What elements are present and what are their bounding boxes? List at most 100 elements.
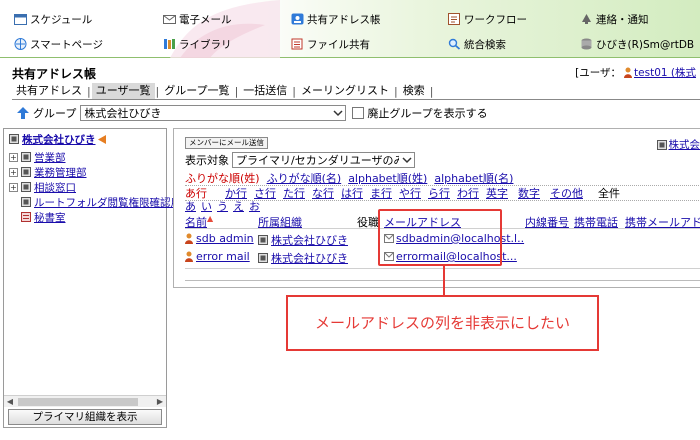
index-a-a[interactable]: あ bbox=[185, 198, 201, 214]
sort-asc-icon: ▲ bbox=[207, 214, 214, 223]
index-na[interactable]: な行 bbox=[312, 185, 341, 201]
index-ya[interactable]: や行 bbox=[399, 185, 428, 201]
expand-toggle[interactable]: + bbox=[9, 182, 18, 192]
tab-mailing-list[interactable]: メーリングリスト bbox=[297, 83, 393, 99]
table-row: error mail bbox=[185, 250, 250, 263]
organization-icon bbox=[258, 253, 268, 263]
tree-item-label[interactable]: 営業部 bbox=[34, 150, 66, 165]
folder-icon bbox=[21, 197, 31, 207]
index-all[interactable]: 全件 bbox=[598, 185, 620, 201]
group-selector-row: グループ 株式会社ひびき 廃止グループを表示する bbox=[16, 104, 488, 122]
person-icon bbox=[185, 251, 193, 262]
index-ma[interactable]: ま行 bbox=[370, 185, 399, 201]
top-navigation: スケジュール 電子メール 共有アドレス帳 ワークフロー 連絡・通知 スマートペー… bbox=[0, 0, 700, 58]
nav-unified-search[interactable]: 統合検索 bbox=[448, 35, 506, 53]
org-name-link[interactable]: 株式会社ひびき bbox=[271, 250, 348, 266]
tab-bulk-send[interactable]: 一括送信 bbox=[239, 83, 291, 99]
expand-toggle[interactable]: + bbox=[9, 167, 18, 177]
org-link[interactable]: 株式会 bbox=[656, 137, 700, 152]
index-number[interactable]: 数字 bbox=[518, 185, 550, 201]
index-a-u[interactable]: う bbox=[217, 198, 233, 214]
index-other[interactable]: その他 bbox=[550, 185, 598, 201]
user-name-link[interactable]: error mail bbox=[196, 250, 250, 263]
user-prefix: [ユーザ： bbox=[575, 67, 622, 79]
show-abolished-checkbox[interactable] bbox=[352, 107, 365, 119]
scrollbar-thumb[interactable] bbox=[18, 398, 138, 406]
index-wa[interactable]: わ行 bbox=[457, 185, 486, 201]
nav-smartpage[interactable]: スマートページ bbox=[14, 35, 103, 53]
index-a-e[interactable]: え bbox=[233, 198, 249, 214]
email-column-highlight bbox=[378, 209, 502, 266]
user-name-link[interactable]: test01 (株式 bbox=[634, 65, 696, 80]
tab-separator: | bbox=[429, 84, 434, 98]
tree-item-label[interactable]: 業務管理部 bbox=[34, 165, 87, 180]
index-alphabet[interactable]: 英字 bbox=[486, 185, 518, 201]
scroll-right-arrow-icon[interactable]: ▶ bbox=[154, 396, 166, 408]
scroll-left-arrow-icon[interactable]: ◀ bbox=[4, 396, 16, 408]
nav-notification[interactable]: 連絡・通知 bbox=[580, 10, 649, 28]
nav-schedule[interactable]: スケジュール bbox=[14, 10, 92, 28]
tree-root[interactable]: 株式会社ひびき bbox=[9, 132, 106, 146]
person-icon bbox=[624, 67, 633, 78]
organization-icon bbox=[21, 182, 31, 192]
tree-root-label[interactable]: 株式会社ひびき bbox=[22, 132, 96, 147]
database-icon bbox=[581, 38, 592, 50]
nav-file-share[interactable]: ファイル共有 bbox=[291, 35, 370, 53]
tree-item-label[interactable]: ルートフォルダ閲覧権限確認用 bbox=[34, 195, 181, 210]
organization-icon bbox=[9, 134, 19, 144]
horizontal-scrollbar[interactable]: ◀ ▶ bbox=[4, 395, 166, 407]
smartpage-icon bbox=[14, 38, 27, 50]
annotation-callout: メールアドレスの列を非表示にしたい bbox=[286, 295, 599, 351]
tree-item-consultation[interactable]: + 相談窓口 bbox=[9, 180, 76, 194]
expand-toggle[interactable]: + bbox=[9, 152, 18, 162]
show-abolished-label: 廃止グループを表示する bbox=[367, 107, 488, 120]
index-a-o[interactable]: お bbox=[249, 198, 265, 214]
tree-item-sales[interactable]: + 営業部 bbox=[9, 150, 66, 164]
table-cell-org: 株式会社ひびき bbox=[258, 250, 348, 266]
show-primary-org-button[interactable]: プライマリ組織を表示 bbox=[8, 409, 162, 425]
nav-smartdb[interactable]: ひびき(R)Sm@rtDB bbox=[580, 35, 694, 53]
tab-user-list[interactable]: ユーザ一覧 bbox=[91, 83, 155, 99]
index-ra[interactable]: ら行 bbox=[428, 185, 457, 201]
library-icon bbox=[164, 39, 175, 49]
group-select[interactable]: 株式会社ひびき bbox=[80, 105, 347, 121]
organization-tree-panel: 株式会社ひびき + 営業部 + 業務管理部 + 相談窓口 ルートフォルダ閲覧権限… bbox=[3, 128, 181, 428]
tree-item-business-mgmt[interactable]: + 業務管理部 bbox=[9, 165, 87, 179]
tab-bar: 共有アドレス | ユーザ一覧 | グループ一覧 | 一括送信 | メーリングリスト | 検… bbox=[12, 83, 434, 99]
tab-divider bbox=[12, 99, 700, 100]
org-name-link[interactable]: 株式会社ひびき bbox=[271, 232, 348, 248]
notification-icon bbox=[582, 14, 591, 24]
tree-item-secretary[interactable]: 秘書室 bbox=[21, 210, 66, 224]
index-ha[interactable]: は行 bbox=[341, 185, 370, 201]
file-share-icon bbox=[291, 38, 303, 50]
group-select-value: 株式会社ひびき bbox=[84, 107, 162, 120]
secretary-icon bbox=[21, 212, 31, 222]
index-ta[interactable]: た行 bbox=[283, 185, 312, 201]
tab-shared-address[interactable]: 共有アドレス bbox=[12, 83, 86, 99]
person-icon bbox=[185, 233, 193, 244]
index-a-i[interactable]: い bbox=[201, 198, 217, 214]
mail-icon bbox=[163, 15, 176, 24]
organization-icon bbox=[656, 139, 667, 150]
calendar-icon bbox=[14, 14, 27, 25]
send-mail-to-members-button[interactable]: メンバーにメール送信 bbox=[185, 137, 268, 149]
chevron-down-icon bbox=[402, 157, 412, 164]
up-arrow-icon[interactable] bbox=[16, 106, 30, 120]
tree-item-root-folder[interactable]: ルートフォルダ閲覧権限確認用 bbox=[21, 195, 181, 209]
organization-icon bbox=[21, 167, 31, 177]
display-target-label: 表示対象 bbox=[185, 154, 229, 167]
nav-library[interactable]: ライブラリ bbox=[163, 35, 232, 53]
tab-search[interactable]: 検索 bbox=[399, 83, 429, 99]
callout-connector bbox=[443, 266, 445, 295]
tab-group-list[interactable]: グループ一覧 bbox=[160, 83, 233, 99]
display-target-select[interactable]: プライマリ/セカンダリユーザのみ bbox=[232, 152, 415, 168]
nav-shared-address-book[interactable]: 共有アドレス帳 bbox=[291, 10, 381, 28]
index-row-a: あ い う え お bbox=[185, 198, 265, 214]
selected-arrow-icon bbox=[97, 134, 106, 144]
tree-item-label[interactable]: 相談窓口 bbox=[34, 180, 76, 195]
nav-workflow[interactable]: ワークフロー bbox=[448, 10, 527, 28]
user-name-link[interactable]: sdb admin bbox=[196, 232, 254, 245]
nav-email[interactable]: 電子メール bbox=[163, 10, 232, 28]
org-link-label[interactable]: 株式会 bbox=[669, 137, 700, 152]
tree-item-label[interactable]: 秘書室 bbox=[34, 210, 66, 225]
